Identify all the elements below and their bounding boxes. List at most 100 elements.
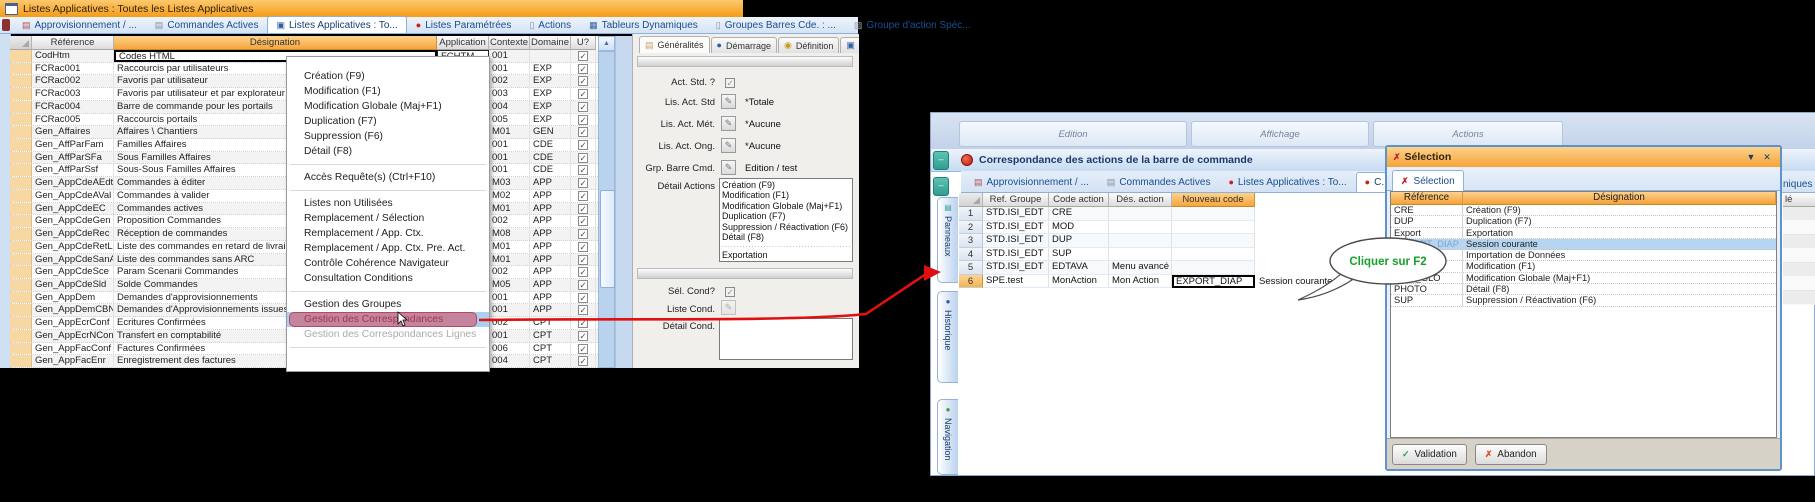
checkbox-icon[interactable] — [578, 318, 588, 328]
cell-contexte[interactable]: 001 — [489, 164, 530, 176]
cell-domaine[interactable]: CDE — [530, 139, 571, 151]
cell-contexte[interactable]: 001 — [489, 330, 530, 342]
menu-item-17[interactable]: Gestion des Correspondances — [287, 312, 489, 327]
cell-reference[interactable]: Gen_AppCdeRec — [32, 228, 114, 240]
popup-row[interactable]: MODModification (F1) — [1391, 261, 1776, 272]
grid-row[interactable]: 6SPE.testMonActionMon ActionEXPORT_DIAP — [959, 275, 1255, 289]
cell-u[interactable] — [571, 304, 596, 316]
grid-corner-cell[interactable] — [959, 193, 983, 207]
row-indicator[interactable] — [10, 304, 32, 316]
menu-item-7[interactable]: Accès Requête(s) (Ctrl+F10) — [287, 170, 489, 185]
cell-contexte[interactable]: M01 — [489, 203, 530, 215]
cell-ref-groupe[interactable]: STD.ISI_EDT — [983, 234, 1049, 248]
grid-row-number[interactable]: 5 — [959, 261, 983, 275]
cell-contexte[interactable]: 001 — [489, 139, 530, 151]
cell-domaine[interactable]: APP — [530, 228, 571, 240]
cell-ref-groupe[interactable]: STD.ISI_EDT — [983, 261, 1049, 275]
popup-row[interactable]: Importation de Données — [1391, 250, 1776, 261]
cell-domaine[interactable]: APP — [530, 241, 571, 253]
cell-domaine[interactable]: APP — [530, 266, 571, 278]
cell-domaine[interactable]: EXP — [530, 88, 571, 100]
cell-u[interactable] — [571, 330, 596, 342]
cell-u[interactable] — [571, 164, 596, 176]
checkbox-icon[interactable] — [578, 115, 588, 125]
grp-barre-picker-icon[interactable]: ✎ — [721, 160, 736, 175]
cell-reference[interactable]: FCRac001 — [32, 63, 114, 75]
cell-ref-groupe[interactable]: STD.ISI_EDT — [983, 248, 1049, 262]
cell-u[interactable] — [571, 190, 596, 202]
cell-contexte[interactable]: M02 — [489, 190, 530, 202]
cell-domaine[interactable]: CPT — [530, 330, 571, 342]
grid-column-header-0[interactable]: Ref. Groupe — [983, 193, 1049, 207]
cell-u[interactable] — [571, 228, 596, 240]
popup-row[interactable]: PHOTODétail (F8) — [1391, 284, 1776, 295]
column-header-1[interactable]: Désignation — [114, 36, 437, 50]
validation-button[interactable]: ✓Validation — [1392, 444, 1467, 465]
cell-u[interactable] — [571, 317, 596, 329]
panel-tab-0[interactable]: ▤Généralités — [639, 36, 710, 53]
popup-cell-designation[interactable]: Modification (F1) — [1463, 261, 1776, 271]
cell-domaine[interactable]: GEN — [530, 126, 571, 138]
cell-domaine[interactable]: CPT — [530, 317, 571, 329]
grid-row[interactable]: 2STD.ISI_EDTMOD — [959, 221, 1255, 235]
cell-contexte[interactable]: 005 — [489, 114, 530, 126]
cell-nouveau-code[interactable] — [1172, 261, 1255, 275]
popup-cell-reference[interactable]: MOD — [1391, 261, 1463, 271]
cell-u[interactable] — [571, 241, 596, 253]
cell-code-action[interactable]: MonAction — [1049, 275, 1109, 289]
checkbox-icon[interactable] — [578, 76, 588, 86]
cell-domaine[interactable]: EXP — [530, 101, 571, 113]
row-indicator[interactable] — [10, 215, 32, 227]
cell-reference[interactable]: Gen_AppEcrNConf — [32, 330, 114, 342]
right-tab-1[interactable]: ▤Commandes Actives — [1098, 172, 1220, 192]
collapse-button[interactable]: – — [933, 151, 949, 170]
cell-code-action[interactable]: CRE — [1049, 207, 1109, 221]
popup-cell-reference[interactable]: CRE — [1391, 205, 1463, 215]
popup-cell-reference[interactable]: EXPORT_DIAP — [1391, 239, 1463, 249]
cell-domaine[interactable]: EXP — [530, 114, 571, 126]
row-indicator[interactable] — [10, 254, 32, 266]
cell-reference[interactable]: Gen_AppCdeSce — [32, 266, 114, 278]
cell-u[interactable] — [571, 114, 596, 126]
cell-domaine[interactable]: CDE — [530, 152, 571, 164]
checkbox-icon[interactable] — [578, 216, 588, 226]
checkbox-icon[interactable] — [578, 51, 588, 61]
panel-splitter[interactable] — [615, 36, 633, 368]
row-indicator[interactable] — [10, 114, 32, 126]
cell-reference[interactable]: Gen_AppCdeEC — [32, 203, 114, 215]
cell-reference[interactable]: CodHtm — [32, 50, 114, 62]
checkbox-icon[interactable] — [578, 344, 588, 354]
cell-reference[interactable]: Gen_AffParFam — [32, 139, 114, 151]
checkbox-icon[interactable] — [578, 204, 588, 214]
grid-row[interactable]: 1STD.ISI_EDTCRE — [959, 207, 1255, 221]
act-std-checkbox[interactable] — [725, 78, 735, 88]
row-indicator[interactable] — [10, 88, 32, 100]
cell-code-action[interactable]: DUP — [1049, 234, 1109, 248]
cell-reference[interactable]: FCRac004 — [32, 101, 114, 113]
ribbon-group-actions[interactable]: Actions — [1373, 121, 1563, 147]
checkbox-icon[interactable] — [578, 178, 588, 188]
menu-item-16[interactable]: Gestion des Groupes — [287, 297, 489, 312]
menu-item-2[interactable]: Modification Globale (Maj+F1) — [287, 99, 489, 114]
cell-reference[interactable]: Gen_Affaires — [32, 126, 114, 138]
cell-contexte[interactable]: 004 — [489, 101, 530, 113]
menu-item-1[interactable]: Modification (F1) — [287, 84, 489, 99]
checkbox-icon[interactable] — [578, 102, 588, 112]
checkbox-icon[interactable] — [578, 293, 588, 303]
menu-item-11[interactable]: Remplacement / App. Ctx. — [287, 226, 489, 241]
cell-contexte[interactable]: M01 — [489, 126, 530, 138]
cell-nouveau-code[interactable] — [1172, 221, 1255, 235]
cell-reference[interactable]: Gen_AppCdeAEdt — [32, 177, 114, 189]
lis-act-std-picker-icon[interactable]: ✎ — [721, 94, 736, 109]
abandon-button[interactable]: ✗Abandon — [1475, 444, 1547, 465]
cell-u[interactable] — [571, 279, 596, 291]
cell-contexte[interactable]: 002 — [489, 317, 530, 329]
menu-item-4[interactable]: Suppression (F6) — [287, 129, 489, 144]
cell-reference[interactable]: FCRac005 — [32, 114, 114, 126]
left-tab-0[interactable]: ▤Approvisionnement / ... — [13, 16, 146, 33]
sidebar-tab-historique[interactable]: ●Historique — [937, 291, 958, 383]
checkbox-icon[interactable] — [578, 280, 588, 290]
cell-u[interactable] — [571, 355, 596, 367]
row-indicator[interactable] — [10, 292, 32, 304]
right-tab-0[interactable]: ▤Approvisionnement / ... — [965, 172, 1098, 192]
